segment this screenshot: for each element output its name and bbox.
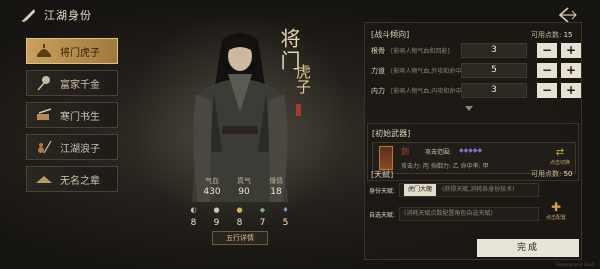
attr-value: 5 bbox=[461, 63, 527, 78]
nav-item-label: 江湖浪子 bbox=[60, 143, 100, 155]
identity-nav: 将门虎子 富家千金 寒门书生 江湖浪子 无名之辈 bbox=[26, 38, 118, 198]
identity-config-panel: [战斗倾向] 可用点数: 15 根骨 [影响人物气血和回能] 3 − + 力道 … bbox=[364, 22, 582, 260]
nav-item-general-son[interactable]: 将门虎子 bbox=[26, 38, 118, 64]
talent-tag: 虎门大魄 bbox=[404, 184, 437, 196]
add-talent-icon: ✚ bbox=[550, 200, 562, 214]
swap-weapon-label: 点击切换 bbox=[549, 160, 570, 166]
stat-value: 430 bbox=[203, 187, 221, 197]
stat-qi: 真气 90 bbox=[228, 176, 260, 197]
element-icon: ◆ bbox=[259, 206, 266, 214]
nav-item-label: 无名之辈 bbox=[60, 175, 100, 187]
attr-desc: [影响人物气血,外攻和命中] bbox=[391, 68, 464, 75]
wine-gourd-sword-icon bbox=[35, 138, 53, 156]
nav-item-poor-scholar[interactable]: 寒门书生 bbox=[26, 102, 118, 128]
talent-desc: (消耗天赋点数配置角色自选天赋) bbox=[404, 210, 493, 217]
flower-hairpin-icon bbox=[35, 74, 53, 92]
nav-item-label: 富家千金 bbox=[60, 79, 100, 91]
element-icon: ♦ bbox=[282, 206, 289, 214]
element-icon: ● bbox=[213, 206, 220, 214]
attr-value: 3 bbox=[461, 43, 527, 58]
configure-talent-label: 点击配置 bbox=[545, 215, 566, 221]
increase-button[interactable]: + bbox=[561, 83, 581, 98]
talent-available-points: 可用点数: 50 bbox=[531, 169, 573, 179]
stat-third: 傳情 18 bbox=[260, 176, 292, 197]
talent-section-title: [天赋] bbox=[371, 170, 394, 179]
talent-desc: (获得天赋,消耗各身份技术) bbox=[441, 186, 515, 193]
five-element-detail-button[interactable]: 五行详情 bbox=[212, 231, 268, 245]
element-value: 8 bbox=[236, 218, 243, 228]
stat-value: 90 bbox=[238, 187, 250, 197]
element-value: 7 bbox=[259, 218, 266, 228]
configure-talent-button[interactable]: ✚ 点击配置 bbox=[541, 201, 571, 225]
stat-label: 气血 bbox=[205, 177, 219, 185]
weapon-name: 剑 bbox=[401, 147, 409, 156]
nav-item-label: 将门虎子 bbox=[60, 47, 100, 59]
weapon-stat-line: 攻击力: 丙 挡御力: 乙 命中率: 甲 bbox=[401, 163, 489, 170]
five-element-attrs: ◐ 8 ● 9 ● 8 ◆ 7 ♦ 5 bbox=[182, 205, 298, 228]
decrease-button[interactable]: − bbox=[537, 83, 557, 98]
attr-value: 3 bbox=[461, 83, 527, 98]
element-value: 5 bbox=[282, 218, 289, 228]
talent-avail-value: 50 bbox=[563, 170, 573, 178]
attr-desc: [影响人物气血,内攻和命中] bbox=[391, 88, 464, 95]
attr-available-points: 可用点数: 15 bbox=[531, 30, 573, 40]
attr-desc: [影响人物气血和回能] bbox=[391, 48, 450, 55]
talent-avail-label: 可用点数: bbox=[531, 170, 562, 178]
swap-weapon-icon: ⇄ bbox=[555, 147, 565, 158]
element-attr: ♦ 5 bbox=[274, 205, 297, 228]
element-attr: ● 8 bbox=[228, 205, 251, 228]
talent-label: 身份天赋: bbox=[369, 188, 396, 195]
talent-label: 自选天赋: bbox=[369, 212, 396, 219]
attr-avail-value: 15 bbox=[563, 31, 573, 39]
custom-talent-row: 自选天赋: (消耗天赋点数配置角色自选天赋) bbox=[369, 207, 541, 223]
nav-item-wanderer[interactable]: 江湖浪子 bbox=[26, 134, 118, 160]
element-value: 8 bbox=[190, 218, 197, 228]
attr-row-neili: 内力 [影响人物气血,内攻和命中] 3 − + bbox=[369, 83, 581, 99]
scroll-feather-icon bbox=[20, 6, 38, 24]
weapon-section-title: [初始武器] bbox=[372, 129, 411, 138]
attr-name: 内力 bbox=[371, 87, 385, 95]
decrease-button[interactable]: − bbox=[537, 43, 557, 58]
attr-name: 根骨 bbox=[371, 47, 385, 55]
nav-item-rich-lady[interactable]: 富家千金 bbox=[26, 70, 118, 96]
attr-name: 力道 bbox=[371, 67, 385, 75]
nav-item-label: 寒门书生 bbox=[60, 111, 100, 123]
weapon-range-label: 攻击范围: bbox=[425, 149, 452, 156]
stat-label: 傳情 bbox=[269, 177, 283, 185]
straw-hat-icon bbox=[35, 170, 53, 188]
stat-label: 真气 bbox=[237, 177, 251, 185]
element-icon: ◐ bbox=[190, 206, 197, 214]
watermark: Development Build bbox=[555, 262, 594, 267]
element-value: 9 bbox=[213, 218, 220, 228]
decrease-button[interactable]: − bbox=[537, 63, 557, 78]
attr-section-title: [战斗倾向] bbox=[371, 30, 410, 39]
attr-row-gengu: 根骨 [影响人物气血和回能] 3 − + bbox=[369, 43, 581, 59]
book-brush-icon bbox=[35, 106, 53, 124]
page-title: 江湖身份 bbox=[44, 9, 92, 22]
scroll-down-icon[interactable] bbox=[465, 106, 473, 111]
identity-talent-row: 身份天赋: 虎门大魄 (获得天赋,消耗各身份技术) bbox=[369, 183, 541, 199]
swap-weapon-button[interactable]: ⇄ 点击切换 bbox=[545, 147, 575, 171]
stat-hp: 气血 430 bbox=[196, 176, 228, 197]
nav-item-nobody[interactable]: 无名之辈 bbox=[26, 166, 118, 192]
done-button[interactable]: 完成 bbox=[477, 239, 579, 257]
character-stats: 气血 430 真气 90 傳情 18 bbox=[196, 176, 292, 197]
identity-title-sub: 虎子 bbox=[294, 64, 312, 94]
sword-icon bbox=[379, 146, 393, 170]
element-icon: ● bbox=[236, 206, 243, 214]
custom-talent-value[interactable]: (消耗天赋点数配置角色自选天赋) bbox=[399, 207, 539, 221]
increase-button[interactable]: + bbox=[561, 63, 581, 78]
general-helmet-icon bbox=[35, 42, 53, 60]
attr-row-lidao: 力道 [影响人物气血,外攻和命中] 5 − + bbox=[369, 63, 581, 79]
element-attr: ● 9 bbox=[205, 205, 228, 228]
increase-button[interactable]: + bbox=[561, 43, 581, 58]
attr-avail-label: 可用点数: bbox=[531, 31, 562, 39]
range-diamonds: ◆◆◆◆◆ bbox=[459, 147, 483, 154]
stat-value: 18 bbox=[270, 187, 282, 197]
element-attr: ◐ 8 bbox=[182, 205, 205, 228]
red-seal bbox=[296, 104, 301, 116]
identity-talent-value[interactable]: 虎门大魄 (获得天赋,消耗各身份技术) bbox=[399, 183, 539, 197]
element-attr: ◆ 7 bbox=[251, 205, 274, 228]
